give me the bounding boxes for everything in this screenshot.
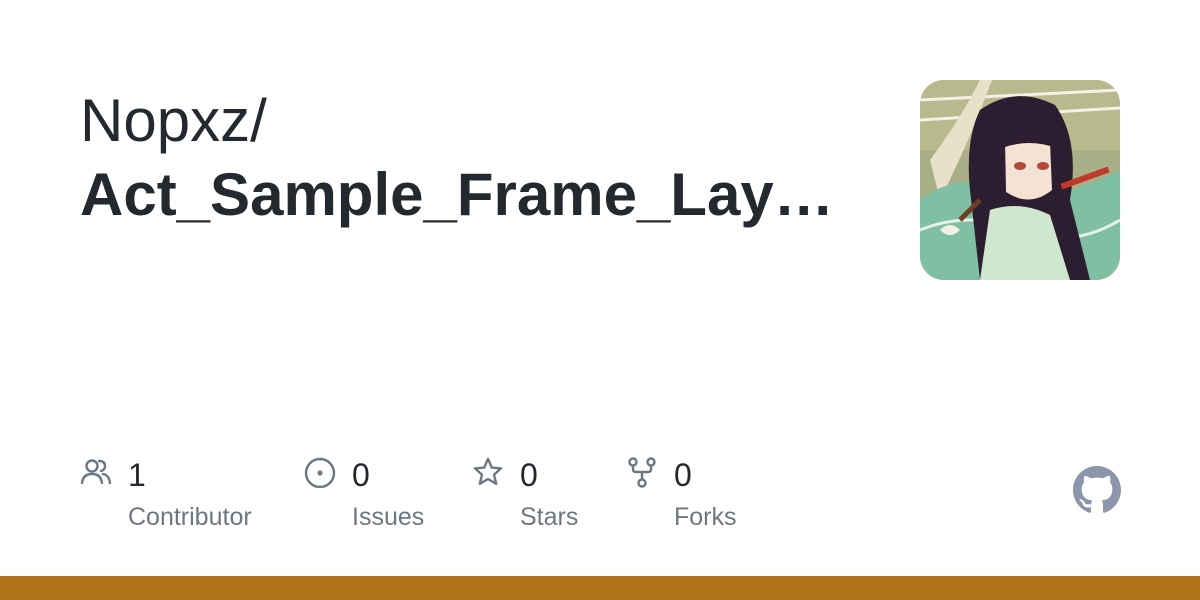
stars-label: Stars xyxy=(520,503,579,531)
repo-name: Act_Sample_Frame_Layo… xyxy=(80,162,840,228)
star-icon xyxy=(473,457,503,485)
contributors-label: Contributor xyxy=(128,503,252,531)
issues-icon xyxy=(304,457,336,488)
stat-stars[interactable]: 0 Stars xyxy=(472,456,602,536)
language-bar xyxy=(0,576,1200,600)
stat-contributors[interactable]: 1 Contributor xyxy=(80,456,280,536)
issues-count: 0 xyxy=(352,457,370,493)
forks-count: 0 xyxy=(674,457,692,493)
contributors-count: 1 xyxy=(128,457,146,493)
repo-social-card: Nopxz/ Act_Sample_Frame_Layo… 1 Contribu… xyxy=(0,0,1200,600)
fork-icon xyxy=(628,457,656,488)
forks-label: Forks xyxy=(674,503,737,531)
avatar-illustration xyxy=(920,80,1120,280)
contributors-icon xyxy=(80,459,112,485)
stat-issues[interactable]: 0 Issues xyxy=(304,456,444,536)
github-logo-icon[interactable] xyxy=(1073,466,1121,514)
stat-forks[interactable]: 0 Forks xyxy=(626,456,756,536)
owner-avatar xyxy=(920,80,1120,280)
stars-count: 0 xyxy=(520,457,538,493)
issues-label: Issues xyxy=(352,503,425,531)
repo-owner: Nopxz/ xyxy=(80,87,267,154)
